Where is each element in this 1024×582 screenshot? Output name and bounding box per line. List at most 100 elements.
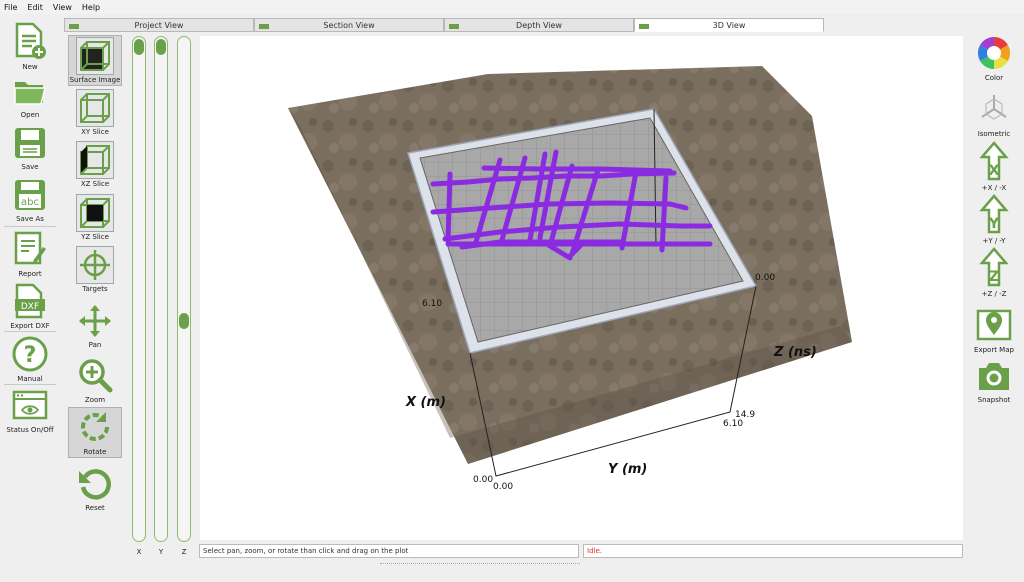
crosshair-icon [76,246,114,284]
y-view-button[interactable]: Y +Y / -Y [966,194,1022,245]
x-view-button[interactable]: X +X / -X [966,141,1022,192]
y-slider[interactable] [154,36,168,542]
manual-button[interactable]: ? Manual [4,336,56,383]
xz-slice-icon [76,141,114,179]
y-axis-label: Y (m) [608,462,647,477]
zoom-magnifier-icon [79,359,113,393]
export-dxf-label: Export DXF [10,322,50,330]
yz-slice-icon [76,194,114,232]
targets-label: Targets [82,285,108,293]
origin-x-label: 0.00 [473,475,493,485]
yz-slice-button[interactable]: YZ Slice [68,194,122,241]
report-button[interactable]: Report [4,231,56,278]
save-button[interactable]: Save [4,126,56,171]
pan-button[interactable]: Pan [68,304,122,349]
new-button[interactable]: New [4,22,56,71]
divider [4,226,56,227]
slice-sliders: X Y Z [130,36,196,556]
tab-depth-view[interactable]: Depth View [444,18,634,32]
status-state: Idle. [583,544,963,558]
save-as-button[interactable]: abc Save As [4,178,56,223]
status-toggle-button[interactable]: Status On/Off [4,389,56,434]
menu-bar: File Edit View Help [0,0,1024,14]
menu-edit[interactable]: Edit [27,3,43,12]
x-arrow-icon: X [979,141,1009,181]
xz-slice-button[interactable]: XZ Slice [68,141,122,188]
floppy-icon [15,128,45,158]
export-map-button[interactable]: Export Map [966,307,1022,354]
map-pin-icon [976,309,1012,341]
tab-section-view[interactable]: Section View [254,18,444,32]
3d-scene[interactable]: 14.9 6.10 0.00 6.10 0.00 0.00 X (m) Y (m… [200,36,963,540]
folder-icon [14,82,46,105]
svg-text:Y: Y [988,216,1000,232]
menu-view[interactable]: View [53,3,72,12]
surface-cube-icon [76,37,114,75]
z-view-button[interactable]: Z +Z / -Z [966,247,1022,298]
tab-label: Depth View [516,20,562,30]
svg-text:DXF: DXF [21,302,39,312]
y-slider-label: Y [158,548,164,556]
menu-file[interactable]: File [4,3,17,12]
z-min-tick-label: 0.00 [755,273,775,283]
snapshot-button[interactable]: Snapshot [966,359,1022,404]
xy-slice-button[interactable]: XY Slice [68,89,122,136]
y-slider-handle[interactable] [156,39,166,55]
color-wheel-icon [977,36,1011,70]
tab-3d-view[interactable]: 3D View [634,18,824,32]
manual-label: Manual [17,375,43,383]
svg-text:abc: abc [21,197,39,208]
export-dxf-button[interactable]: DXF Export DXF [4,283,56,330]
reset-arrow-icon [79,469,111,500]
help-icon: ? [12,336,48,372]
color-label: Color [984,74,1004,82]
menu-help[interactable]: Help [82,3,100,12]
rotate-button[interactable]: Rotate [68,407,122,458]
y-max-tick-label: 6.10 [723,419,743,429]
z-slider-label: Z [181,548,187,556]
divider [4,384,56,385]
report-icon [14,231,46,265]
button-frame: Surface Image [68,35,122,86]
zoom-button[interactable]: Zoom [68,357,122,404]
svg-text:Z: Z [989,269,999,285]
zoom-label: Zoom [84,396,106,404]
svg-text:X: X [989,163,1000,179]
color-button[interactable]: Color [966,35,1022,82]
save-label: Save [21,163,39,171]
x-slider[interactable] [132,36,146,542]
svg-text:?: ? [24,343,37,368]
z-slider[interactable] [177,36,191,542]
new-file-icon [15,22,46,59]
new-label: New [22,63,38,71]
save-as-label: Save As [16,215,44,223]
pan-label: Pan [88,341,102,349]
x-slider-handle[interactable] [134,39,144,55]
button-frame: Rotate [68,407,122,458]
reset-button[interactable]: Reset [68,465,122,512]
rotate-icon [81,412,109,441]
dxf-file-icon: DXF [15,283,45,319]
isometric-button[interactable]: Isometric [966,91,1022,138]
right-toolbar: Color Isometric X +X / -X Y +Y / -Y Z +Z… [966,33,1022,413]
tab-icon [259,24,269,29]
tab-project-view[interactable]: Project View [64,18,254,32]
status-hint: Select pan, zoom, or rotate than click a… [199,544,579,558]
3d-plot-canvas[interactable]: 14.9 6.10 0.00 6.10 0.00 0.00 X (m) Y (m… [200,36,963,540]
xy-slice-icon [76,89,114,127]
open-label: Open [20,111,40,119]
x-slider-label: X [136,548,142,556]
open-button[interactable]: Open [4,76,56,119]
isometric-label: Isometric [977,130,1011,138]
snapshot-label: Snapshot [977,396,1011,404]
z-arrow-icon: Z [979,247,1009,287]
z-axis-label: Z (ns) [773,345,817,360]
x-axis-label: X (m) [405,395,446,410]
surface-image-button[interactable]: Surface Image [68,35,122,86]
reset-label: Reset [85,504,105,512]
tab-icon [449,24,459,29]
z-slider-handle[interactable] [179,312,189,329]
targets-button[interactable]: Targets [68,246,122,293]
window-resize-grip[interactable] [380,563,580,565]
export-map-label: Export Map [974,346,1014,354]
